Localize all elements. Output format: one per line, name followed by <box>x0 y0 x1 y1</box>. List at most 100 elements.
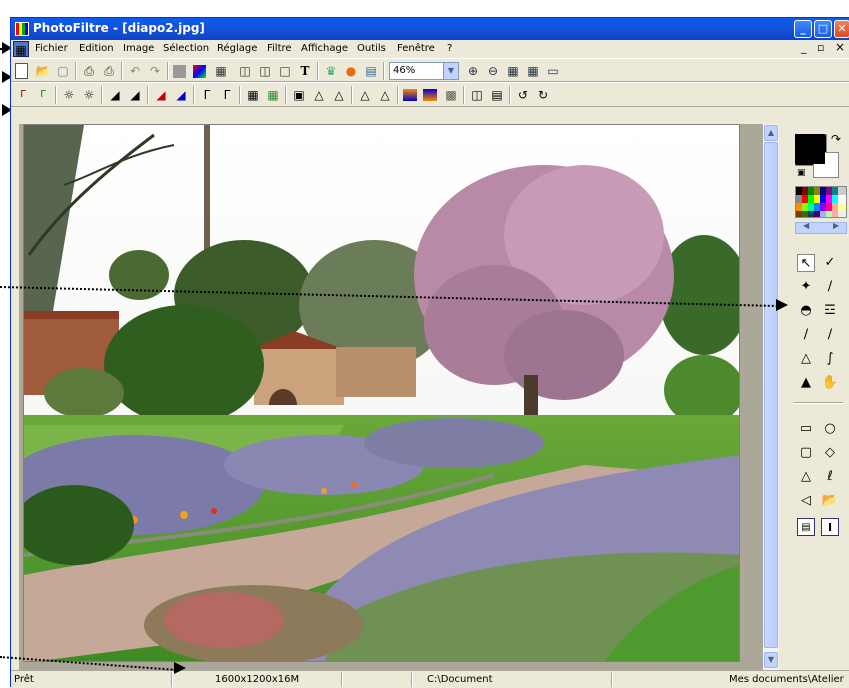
fill-bucket-tool-icon[interactable]: ◓ <box>797 302 815 320</box>
magic-wand-tool-icon[interactable]: ✦ <box>797 278 815 296</box>
eyedropper-tool-icon[interactable]: ✓ <box>821 254 839 272</box>
gradient-alt-icon[interactable] <box>423 89 437 101</box>
auto-levels-icon[interactable]: Γ <box>15 87 31 103</box>
crop-icon[interactable]: ◫ <box>257 63 273 79</box>
brightness-plus-icon[interactable]: ☼ <box>81 87 97 103</box>
menu-filtre[interactable]: Filtre <box>267 43 292 54</box>
brush-tool-icon[interactable]: ∕ <box>797 326 815 344</box>
image-size-icon[interactable]: ▦ <box>213 63 229 79</box>
new-file-icon[interactable] <box>15 63 28 79</box>
rectangle-selection-icon[interactable]: ▭ <box>797 420 815 438</box>
menu-edition[interactable]: Edition <box>79 43 114 54</box>
sharpen-icon[interactable]: △ <box>357 87 373 103</box>
color-image-icon[interactable] <box>193 65 206 78</box>
menu-affichage[interactable]: Affichage <box>301 43 348 54</box>
brightness-minus-icon[interactable]: ☼ <box>61 87 77 103</box>
mdi-minimize-button[interactable]: _ <box>801 41 807 54</box>
save-icon[interactable]: ▢ <box>55 63 71 79</box>
diamond-selection-icon[interactable]: ◇ <box>821 444 839 462</box>
vertical-scrollbar[interactable]: ▲ ▼ <box>763 124 779 670</box>
blur-icon[interactable]: ▣ <box>291 87 307 103</box>
drop-plus-icon[interactable]: △ <box>331 87 347 103</box>
redo-icon[interactable]: ↷ <box>147 63 163 79</box>
triangle-selection-icon[interactable]: △ <box>797 468 815 486</box>
load-selection-icon[interactable]: 📂 <box>821 492 839 510</box>
saturation-minus-icon[interactable]: ◢ <box>153 87 169 103</box>
polygon-selection-icon[interactable]: ◁ <box>797 492 815 510</box>
grayscale-icon[interactable] <box>173 65 186 78</box>
menu-image[interactable]: Image <box>123 43 154 54</box>
canvas-size-icon[interactable]: ◫ <box>237 63 253 79</box>
contrast-plus-icon[interactable]: ◢ <box>127 87 143 103</box>
image-canvas-area[interactable] <box>19 124 771 670</box>
filter-icon[interactable]: ♛ <box>323 63 339 79</box>
document-icon[interactable]: ▦ <box>13 41 29 57</box>
auto-contrast-icon[interactable]: Γ <box>35 87 51 103</box>
menu-help[interactable]: ? <box>447 43 452 54</box>
zoom-in-icon[interactable]: ⊕ <box>465 63 481 79</box>
select-all-icon[interactable]: ▤ <box>797 518 815 536</box>
mdi-close-button[interactable]: × <box>835 40 845 54</box>
grid-color-icon[interactable]: ▦ <box>265 87 281 103</box>
advanced-brush-tool-icon[interactable]: ∕ <box>821 326 839 344</box>
line-tool-icon[interactable]: ∕ <box>821 278 839 296</box>
rounded-rect-selection-icon[interactable]: ▢ <box>797 444 815 462</box>
gamma-plus-icon[interactable]: Γ <box>219 87 235 103</box>
drop-icon[interactable]: △ <box>311 87 327 103</box>
pointer-tool-icon[interactable]: ↖ <box>797 254 815 272</box>
sharpen-plus-icon[interactable]: △ <box>377 87 393 103</box>
flip-horizontal-icon[interactable]: ◫ <box>469 87 485 103</box>
blur-drop-tool-icon[interactable]: △ <box>797 350 815 368</box>
title-bar[interactable]: PhotoFiltre - [diapo2.jpg] _ □ ✕ <box>11 18 849 40</box>
swap-colors-icon[interactable]: ↷ <box>831 132 841 146</box>
window-icon[interactable]: ▤ <box>363 63 379 79</box>
zoom-out-icon[interactable]: ⊖ <box>485 63 501 79</box>
palette-prev-icon[interactable]: ◀ <box>803 221 809 230</box>
grid-icon[interactable]: ▦ <box>245 87 261 103</box>
minimize-button[interactable]: _ <box>794 20 812 38</box>
rotate-left-icon[interactable]: ↺ <box>515 87 531 103</box>
gamma-minus-icon[interactable]: Γ <box>199 87 215 103</box>
fullscreen-icon[interactable]: ▭ <box>545 63 561 79</box>
text-icon[interactable]: T <box>297 63 313 79</box>
scroll-down-button[interactable]: ▼ <box>764 652 778 668</box>
gradient-icon[interactable] <box>403 89 417 101</box>
rotate-right-icon[interactable]: ↻ <box>535 87 551 103</box>
undo-icon[interactable]: ↶ <box>127 63 143 79</box>
actual-size-icon[interactable]: ▦ <box>505 63 521 79</box>
zoom-select[interactable]: 46% ▼ <box>389 62 459 80</box>
print-preview-icon[interactable]: ⎙ <box>101 63 117 79</box>
open-folder-icon[interactable]: 📂 <box>35 63 51 79</box>
saturation-plus-icon[interactable]: ◢ <box>173 87 189 103</box>
close-button[interactable]: ✕ <box>834 20 849 38</box>
app-icon[interactable] <box>15 22 29 36</box>
maximize-button[interactable]: □ <box>814 20 832 38</box>
menu-selection[interactable]: Sélection <box>163 43 209 54</box>
smudge-tool-icon[interactable]: ∫ <box>821 350 839 368</box>
ellipse-selection-icon[interactable]: ○ <box>821 420 839 438</box>
palette-next-icon[interactable]: ▶ <box>833 221 839 230</box>
menu-reglage[interactable]: Réglage <box>217 43 257 54</box>
reset-colors-icon[interactable]: ▣ <box>797 168 806 178</box>
contrast-minus-icon[interactable]: ◢ <box>107 87 123 103</box>
selection-icon[interactable]: □ <box>277 63 293 79</box>
flip-vertical-icon[interactable]: ▤ <box>489 87 505 103</box>
fit-window-icon[interactable]: ▦ <box>525 63 541 79</box>
mdi-restore-button[interactable]: ▫ <box>817 41 824 54</box>
chevron-down-icon[interactable]: ▼ <box>443 63 458 79</box>
scrollbar-thumb[interactable] <box>764 142 778 648</box>
color-palette-grid[interactable] <box>795 186 847 218</box>
foreground-color-swatch-front[interactable] <box>795 134 825 164</box>
menu-outils[interactable]: Outils <box>357 43 386 54</box>
garden-photo[interactable] <box>23 124 740 662</box>
menu-fenetre[interactable]: Fenêtre <box>397 43 435 54</box>
menu-fichier[interactable]: Fichier <box>35 43 68 54</box>
hand-tool-icon[interactable]: ✋ <box>821 374 839 392</box>
texture-icon[interactable]: ▩ <box>443 87 459 103</box>
text-selection-icon[interactable]: I <box>821 518 839 536</box>
stamp-tool-icon[interactable]: ▲ <box>797 374 815 392</box>
plugin-icon[interactable]: ● <box>343 63 359 79</box>
scroll-up-button[interactable]: ▲ <box>764 125 778 141</box>
print-icon[interactable]: ⎙ <box>81 63 97 79</box>
spray-tool-icon[interactable]: ☲ <box>821 302 839 320</box>
